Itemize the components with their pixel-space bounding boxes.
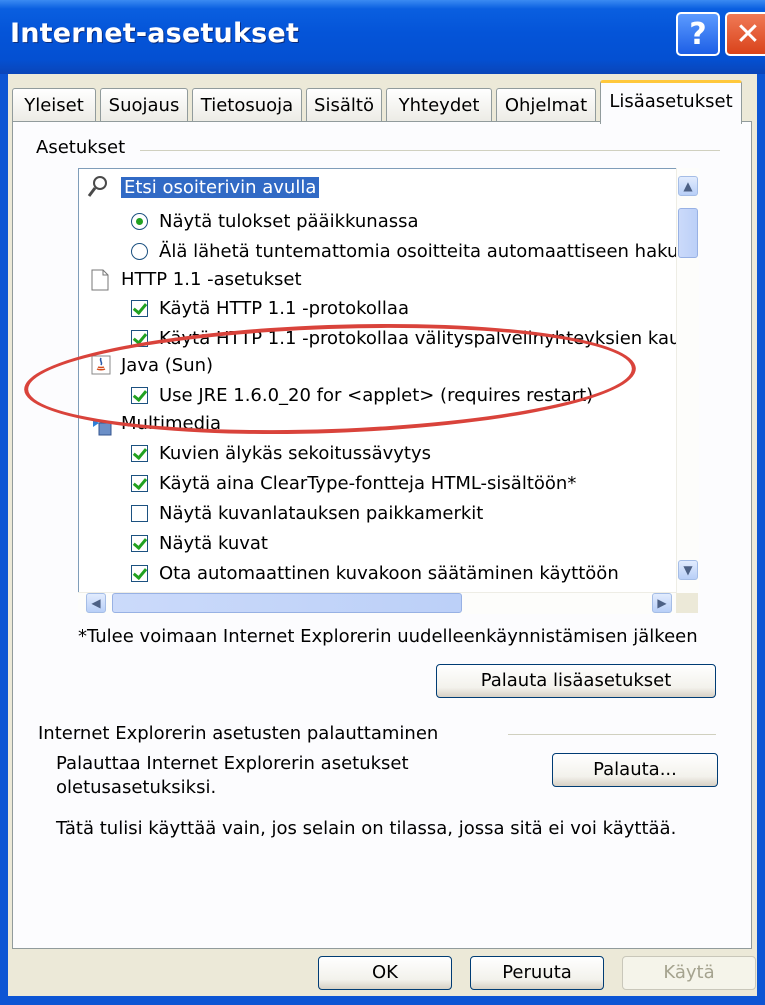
reset-description-line2: oletusasetuksiksi. — [56, 777, 217, 798]
ok-button[interactable]: OK — [318, 956, 452, 990]
radio-show-results-main-window[interactable] — [131, 213, 148, 230]
scroll-right-button[interactable]: ▶ — [652, 593, 672, 613]
tab-suojaus[interactable]: Suojaus — [100, 88, 188, 122]
window-title: Internet-asetukset — [10, 18, 300, 49]
title-bar[interactable]: Internet-asetukset ? ✕ — [0, 0, 765, 74]
list-item[interactable]: Etsi osoiterivin avulla — [121, 173, 320, 203]
list-item[interactable]: Use JRE 1.6.0_20 for <applet> (requires … — [159, 381, 593, 411]
list-item[interactable]: Näytä kuvat — [159, 529, 268, 559]
list-item[interactable]: Näytä kuvanlatauksen paikkamerkit — [159, 499, 483, 529]
list-item[interactable]: Käytä aina ClearType-fontteja HTML-sisäl… — [159, 469, 576, 499]
checkbox-http11[interactable] — [131, 300, 148, 317]
checkbox-cleartype[interactable] — [131, 475, 148, 492]
vertical-scrollbar[interactable]: ▲ ▼ — [676, 168, 699, 593]
horizontal-scrollbar[interactable]: ◀ ▶ — [78, 592, 676, 614]
checkbox-http11-proxy[interactable] — [131, 330, 148, 347]
list-item: Multimedia — [121, 413, 222, 434]
settings-group-divider — [140, 150, 720, 151]
list-item[interactable]: Käytä HTTP 1.1 -protokollaa — [159, 294, 409, 324]
checkbox-image-placeholders[interactable] — [131, 505, 148, 522]
reset-description-line1: Palauttaa Internet Explorerin asetukset — [56, 753, 409, 774]
list-item: HTTP 1.1 -asetukset — [121, 269, 302, 290]
window-border-bottom — [0, 996, 765, 1005]
list-item[interactable]: Näytä tulokset pääikkunassa — [159, 207, 419, 237]
restore-advanced-settings-button[interactable]: Palauta lisäasetukset — [436, 664, 716, 698]
settings-listbox[interactable]: Etsi osoiterivin avulla Näytä tulokset p… — [78, 168, 698, 613]
page-icon — [91, 269, 111, 291]
tab-tietosuoja[interactable]: Tietosuoja — [192, 88, 302, 122]
list-item: Java (Sun) — [121, 355, 214, 376]
checkbox-use-jre[interactable] — [131, 387, 148, 404]
list-item[interactable]: Älä lähetä tuntemattomia osoitteita auto… — [159, 237, 690, 267]
reset-group-label: Internet Explorerin asetusten palauttami… — [38, 723, 439, 744]
vertical-scroll-thumb[interactable] — [678, 208, 698, 258]
tab-yhteydet[interactable]: Yhteydet — [386, 88, 492, 122]
scrollbar-corner — [676, 593, 698, 613]
cancel-button[interactable]: Peruuta — [470, 956, 604, 990]
internet-options-dialog: Internet-asetukset ? ✕ Yleiset Suojaus T… — [0, 0, 765, 1005]
scroll-left-button[interactable]: ◀ — [86, 593, 106, 613]
checkbox-auto-image-resize[interactable] — [131, 565, 148, 582]
reset-button[interactable]: Palauta... — [552, 753, 718, 787]
tab-lisaasetukset[interactable]: Lisäasetukset — [600, 80, 742, 124]
checkbox-show-pictures[interactable] — [131, 535, 148, 552]
tab-sisalto[interactable]: Sisältö — [306, 88, 382, 122]
list-item[interactable]: Kuvien älykäs sekoitussävytys — [159, 439, 431, 469]
restart-footnote: *Tulee voimaan Internet Explorerin uudel… — [78, 626, 698, 647]
tab-yleiset[interactable]: Yleiset — [12, 88, 96, 122]
close-button[interactable]: ✕ — [725, 12, 765, 56]
list-item[interactable]: Ota automaattinen kuvakoon säätäminen kä… — [159, 559, 619, 589]
horizontal-scroll-thumb[interactable] — [112, 593, 462, 613]
java-icon — [91, 355, 111, 377]
category-label: Etsi osoiterivin avulla — [121, 177, 320, 198]
list-item[interactable]: Käytä HTTP 1.1 -protokollaa välityspalve… — [159, 324, 680, 354]
settings-group-label: Asetukset — [36, 137, 132, 158]
checkbox-smart-dithering[interactable] — [131, 445, 148, 462]
radio-do-not-send-unknown[interactable] — [131, 243, 148, 260]
reset-warning: Tätä tulisi käyttää vain, jos selain on … — [56, 818, 677, 839]
magnifier-icon — [87, 175, 107, 197]
tab-ohjelmat[interactable]: Ohjelmat — [496, 88, 596, 122]
apply-button[interactable]: Käytä — [622, 956, 756, 990]
scroll-up-button[interactable]: ▲ — [678, 176, 698, 196]
multimedia-icon — [91, 415, 112, 437]
reset-group-divider — [508, 734, 716, 735]
help-button[interactable]: ? — [676, 12, 720, 56]
scroll-down-button[interactable]: ▼ — [678, 560, 698, 580]
